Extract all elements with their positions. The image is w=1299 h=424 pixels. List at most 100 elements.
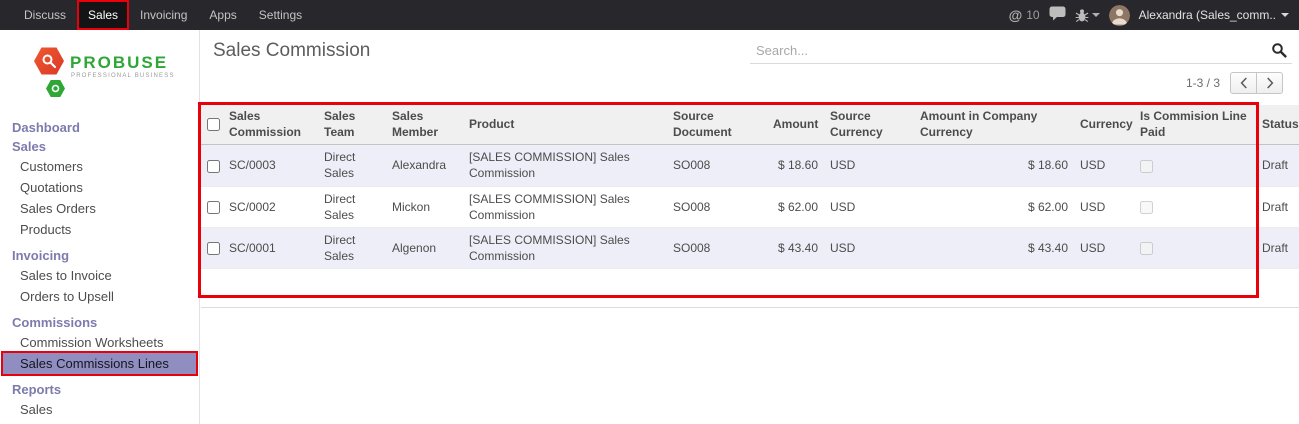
- cell-source-currency: USD: [824, 186, 914, 227]
- menu-discuss[interactable]: Discuss: [13, 0, 77, 30]
- chevron-left-icon: [1240, 77, 1248, 89]
- topbar-menus: Discuss Sales Invoicing Apps Settings: [0, 0, 313, 30]
- cell-status: Draft: [1256, 145, 1299, 186]
- sidebar-item-commission-worksheets[interactable]: Commission Worksheets: [0, 332, 199, 353]
- sidebar-heading-reports[interactable]: Reports: [0, 380, 199, 399]
- column-is-paid[interactable]: Is Commision Line Paid: [1134, 105, 1256, 145]
- column-product[interactable]: Product: [463, 105, 667, 145]
- cell-sales-member: Alexandra: [386, 145, 463, 186]
- sidebar-item-sales-to-invoice[interactable]: Sales to Invoice: [0, 265, 199, 286]
- topbar-right: @ 10 Alexandra (Sales_comm..: [1009, 0, 1299, 30]
- column-sales-member[interactable]: Sales Member: [386, 105, 463, 145]
- column-sales-team[interactable]: Sales Team: [318, 105, 386, 145]
- table-bottom-divider: [201, 307, 1299, 308]
- sidebar-heading-dashboard[interactable]: Dashboard: [0, 118, 199, 137]
- column-currency[interactable]: Currency: [1074, 105, 1134, 145]
- sidebar-heading-sales[interactable]: Sales: [0, 137, 199, 156]
- column-source-currency[interactable]: Source Currency: [824, 105, 914, 145]
- cell-source-document: SO008: [667, 186, 767, 227]
- cell-status: Draft: [1256, 227, 1299, 268]
- commission-lines-table: Sales Commission Sales Team Sales Member…: [201, 105, 1299, 269]
- menu-sales[interactable]: Sales: [77, 0, 129, 30]
- sidebar-item-quotations[interactable]: Quotations: [0, 177, 199, 198]
- select-all-checkbox[interactable]: [207, 118, 220, 131]
- at-icon: @: [1009, 7, 1023, 23]
- hexagon-magnifier-icon: [34, 46, 64, 76]
- sidebar: PROBUSE PROFESSIONAL BUSINESS Dashboard …: [0, 30, 200, 424]
- cell-amount: $ 18.60: [767, 145, 824, 186]
- menu-settings[interactable]: Settings: [248, 0, 313, 30]
- page-title: Sales Commission: [213, 40, 370, 62]
- cell-is-paid: [1134, 186, 1256, 227]
- column-source-document[interactable]: Source Document: [667, 105, 767, 145]
- sidebar-item-reports-sales[interactable]: Sales: [0, 399, 199, 420]
- pager-next-button[interactable]: [1256, 72, 1283, 94]
- sidebar-item-customers[interactable]: Customers: [0, 156, 199, 177]
- mention-counter[interactable]: @ 10: [1009, 7, 1040, 23]
- cell-sales-member: Mickon: [386, 186, 463, 227]
- nav-section-invoicing: Invoicing Sales to Invoice Orders to Ups…: [0, 246, 199, 307]
- bug-icon[interactable]: [1075, 8, 1100, 23]
- sidebar-item-orders-to-upsell[interactable]: Orders to Upsell: [0, 286, 199, 307]
- cell-amount-company-currency: $ 43.40: [914, 227, 1074, 268]
- cell-amount-company-currency: $ 62.00: [914, 186, 1074, 227]
- search-bar: [750, 38, 1292, 64]
- nav-section-reports: Reports Sales: [0, 380, 199, 420]
- cell-sales-commission: SC/0001: [223, 227, 318, 268]
- sidebar-heading-commissions[interactable]: Commissions: [0, 313, 199, 332]
- caret-down-icon: [1092, 13, 1100, 17]
- menu-invoicing[interactable]: Invoicing: [129, 0, 198, 30]
- pager-previous-button[interactable]: [1230, 72, 1257, 94]
- column-status[interactable]: Status: [1256, 105, 1299, 145]
- row-checkbox[interactable]: [207, 242, 220, 255]
- row-select-cell: [201, 186, 223, 227]
- sidebar-item-sales-commissions-lines[interactable]: Sales Commissions Lines: [3, 353, 196, 374]
- column-amount[interactable]: Amount: [767, 105, 824, 145]
- user-menu[interactable]: Alexandra (Sales_comm..: [1139, 8, 1289, 22]
- row-checkbox[interactable]: [207, 201, 220, 214]
- column-amount-company-currency[interactable]: Amount in Company Currency: [914, 105, 1074, 145]
- column-sales-commission[interactable]: Sales Commission: [223, 105, 318, 145]
- table-row[interactable]: SC/0003 Direct Sales Alexandra [SALES CO…: [201, 145, 1299, 186]
- cell-source-document: SO008: [667, 145, 767, 186]
- sidebar-item-products[interactable]: Products: [0, 219, 199, 240]
- search-input[interactable]: [750, 38, 1292, 62]
- table-row[interactable]: SC/0001 Direct Sales Algenon [SALES COMM…: [201, 227, 1299, 268]
- sidebar-heading-invoicing[interactable]: Invoicing: [0, 246, 199, 265]
- pager: 1-3 / 3: [1186, 72, 1283, 94]
- cell-currency: USD: [1074, 186, 1134, 227]
- cell-product: [SALES COMMISSION] Sales Commission: [463, 227, 667, 268]
- cell-currency: USD: [1074, 227, 1134, 268]
- cell-sales-commission: SC/0002: [223, 186, 318, 227]
- is-paid-checkbox: [1140, 242, 1153, 255]
- pager-range: 1-3 / 3: [1186, 76, 1220, 90]
- cell-amount: $ 43.40: [767, 227, 824, 268]
- nav-section-commissions: Commissions Commission Worksheets Sales …: [0, 313, 199, 374]
- chevron-right-icon: [1266, 77, 1274, 89]
- search-icon[interactable]: [1271, 42, 1287, 63]
- main-content: Sales Commission 1-3 / 3 Sales Commissio: [201, 30, 1299, 424]
- table-header-row: Sales Commission Sales Team Sales Member…: [201, 105, 1299, 145]
- row-select-cell: [201, 145, 223, 186]
- sidebar-item-sales-orders[interactable]: Sales Orders: [0, 198, 199, 219]
- row-select-cell: [201, 227, 223, 268]
- cell-status: Draft: [1256, 186, 1299, 227]
- menu-apps[interactable]: Apps: [198, 0, 247, 30]
- chat-bubble-icon[interactable]: [1049, 6, 1066, 24]
- row-checkbox[interactable]: [207, 160, 220, 173]
- cell-sales-team: Direct Sales: [318, 145, 386, 186]
- table-row[interactable]: SC/0002 Direct Sales Mickon [SALES COMMI…: [201, 186, 1299, 227]
- select-all-cell: [201, 105, 223, 145]
- is-paid-checkbox: [1140, 160, 1153, 173]
- logo-title: PROBUSE: [70, 53, 168, 73]
- hexagon-icon: [46, 79, 65, 98]
- cell-is-paid: [1134, 145, 1256, 186]
- logo-subtitle: PROFESSIONAL BUSINESS: [71, 73, 175, 79]
- caret-down-icon: [1281, 13, 1289, 17]
- avatar[interactable]: [1109, 5, 1130, 26]
- cell-sales-member: Algenon: [386, 227, 463, 268]
- table-body: SC/0003 Direct Sales Alexandra [SALES CO…: [201, 145, 1299, 269]
- cell-source-currency: USD: [824, 227, 914, 268]
- cell-source-currency: USD: [824, 145, 914, 186]
- nav-section-dashboard: Dashboard: [0, 118, 199, 137]
